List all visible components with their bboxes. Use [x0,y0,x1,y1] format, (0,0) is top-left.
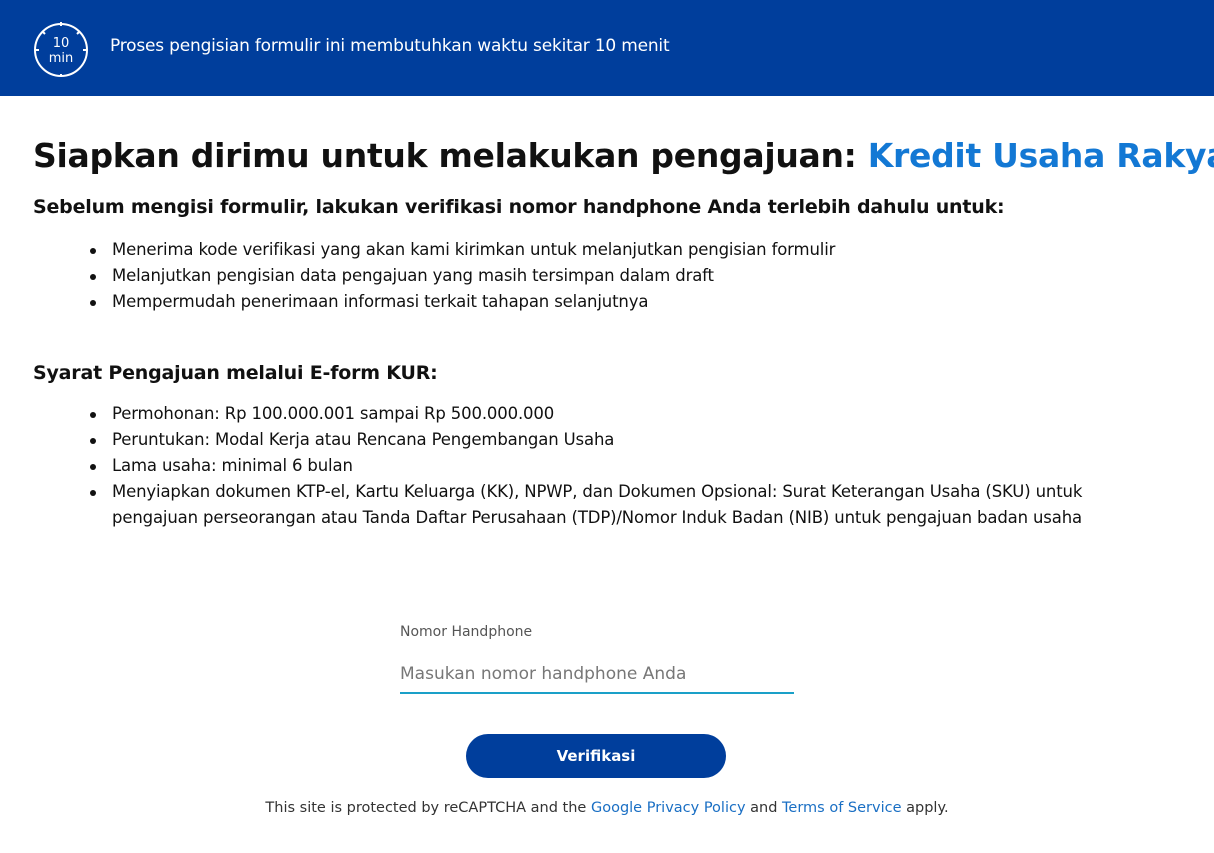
verify-button[interactable]: Verifikasi [466,734,726,778]
timer-number: 10 [53,36,70,51]
phone-field-label: Nomor Handphone [400,624,533,640]
list-item: Mempermudah penerimaan informasi terkait… [88,289,1088,315]
page-title-accent: Kredit Usaha Rakyat [867,136,1214,175]
timer-icon: 10 min [30,17,92,79]
requirements-list: Permohonan: Rp 100.000.001 sampai Rp 500… [88,401,1158,531]
banner-text: Proses pengisian formulir ini membutuhka… [110,36,670,56]
timer-unit: min [49,51,74,66]
verification-heading: Sebelum mengisi formulir, lakukan verifi… [33,196,1005,218]
time-estimate-banner: 10 min Proses pengisian formulir ini mem… [0,0,1214,96]
list-item: Permohonan: Rp 100.000.001 sampai Rp 500… [88,401,1158,427]
terms-of-service-link[interactable]: Terms of Service [782,800,901,816]
privacy-policy-link[interactable]: Google Privacy Policy [591,800,746,816]
recaptcha-prefix: This site is protected by reCAPTCHA and … [265,800,591,816]
verification-benefits-list: Menerima kode verifikasi yang akan kami … [88,237,1088,315]
recaptcha-middle: and [745,800,783,816]
list-item: Menyiapkan dokumen KTP-el, Kartu Keluarg… [88,479,1158,531]
page-title: Siapkan dirimu untuk melakukan pengajuan… [33,136,1214,175]
recaptcha-suffix: apply. [901,800,949,816]
list-item: Melanjutkan pengisian data pengajuan yan… [88,263,1088,289]
list-item: Peruntukan: Modal Kerja atau Rencana Pen… [88,427,1158,453]
list-item: Menerima kode verifikasi yang akan kami … [88,237,1088,263]
list-item: Lama usaha: minimal 6 bulan [88,453,1158,479]
requirements-heading: Syarat Pengajuan melalui E-form KUR: [33,362,438,384]
page-title-prefix: Siapkan dirimu untuk melakukan pengajuan… [33,136,868,175]
recaptcha-notice: This site is protected by reCAPTCHA and … [0,800,1214,816]
phone-number-input[interactable] [400,656,794,694]
